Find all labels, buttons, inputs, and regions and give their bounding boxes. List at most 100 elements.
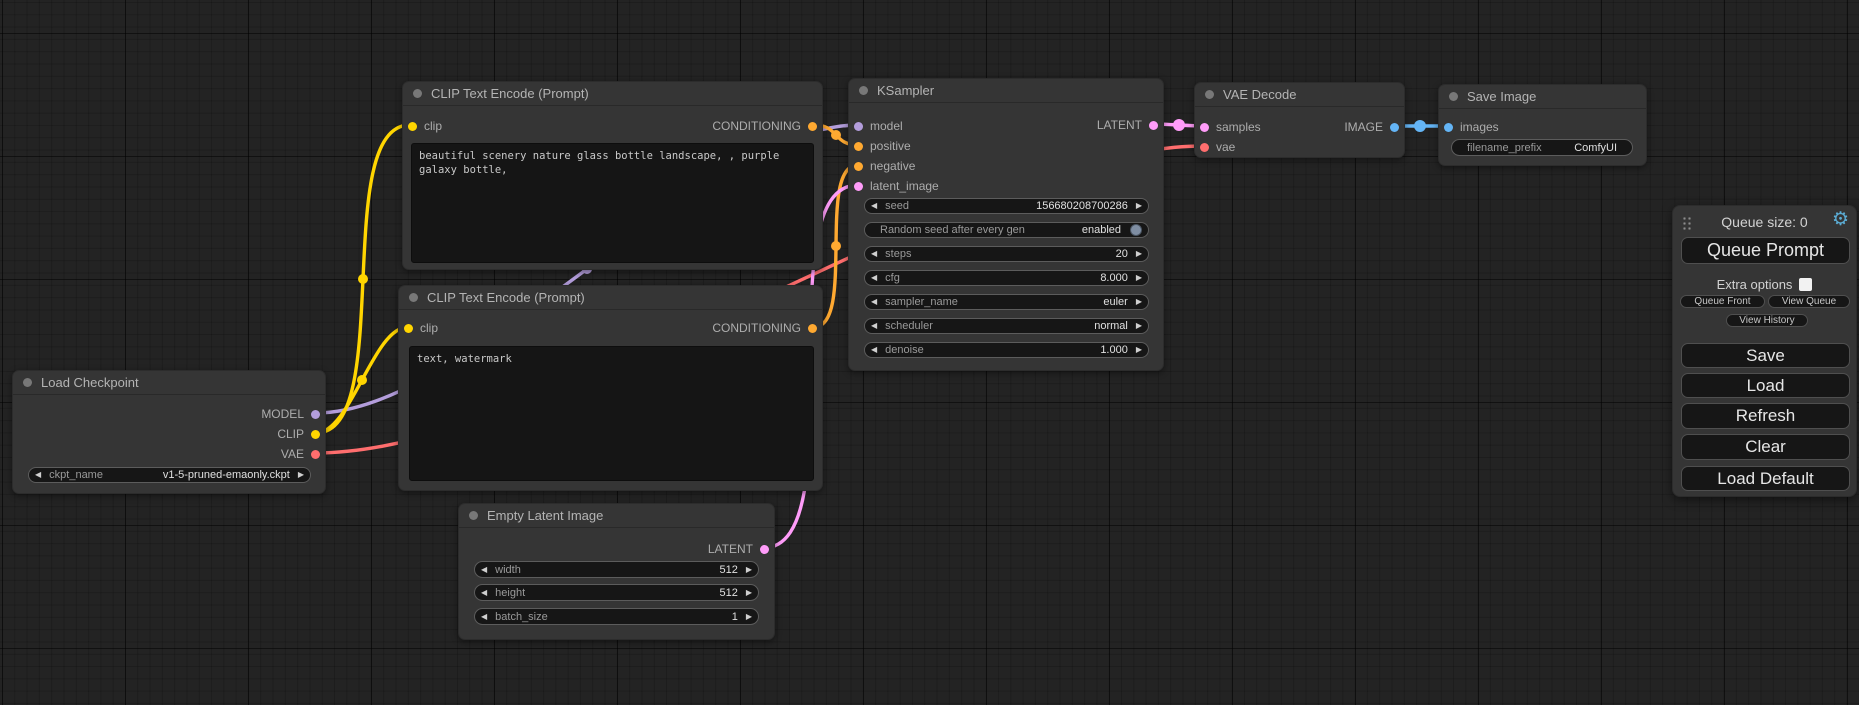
latent-slot-dot[interactable] [1149, 121, 1158, 130]
conditioning-slot-dot[interactable] [854, 142, 863, 151]
height-widget[interactable]: ◀ height 512 ▶ [474, 584, 759, 601]
node-title: CLIP Text Encode (Prompt) [431, 86, 589, 101]
node-header[interactable]: Save Image [1439, 85, 1646, 109]
node-title: KSampler [877, 83, 934, 98]
widget-value: enabled [1082, 224, 1121, 236]
image-slot-dot[interactable] [1444, 123, 1453, 132]
view-queue-button[interactable]: View Queue [1768, 295, 1850, 308]
arrow-left-icon[interactable]: ◀ [481, 566, 487, 574]
arrow-left-icon[interactable]: ◀ [871, 298, 877, 306]
arrow-right-icon[interactable]: ▶ [1136, 250, 1142, 258]
node-header[interactable]: CLIP Text Encode (Prompt) [399, 286, 822, 310]
extra-options-label: Extra options [1717, 277, 1793, 292]
arrow-right-icon[interactable]: ▶ [298, 471, 304, 479]
widget-value: normal [1094, 320, 1128, 332]
node-empty-latent-image: Empty Latent Image LATENT ◀ width 512 ▶ … [458, 503, 775, 640]
batch-size-widget[interactable]: ◀ batch_size 1 ▶ [474, 608, 759, 625]
width-widget[interactable]: ◀ width 512 ▶ [474, 561, 759, 578]
arrow-right-icon[interactable]: ▶ [1136, 274, 1142, 282]
denoise-widget[interactable]: ◀ denoise 1.000 ▶ [864, 342, 1149, 358]
load-button[interactable]: Load [1681, 373, 1850, 398]
arrow-left-icon[interactable]: ◀ [871, 274, 877, 282]
arrow-left-icon[interactable]: ◀ [871, 322, 877, 330]
latent-slot-dot[interactable] [760, 545, 769, 554]
collapse-dot-icon[interactable] [413, 89, 422, 98]
node-header[interactable]: Empty Latent Image [459, 504, 774, 528]
arrow-right-icon[interactable]: ▶ [1136, 322, 1142, 330]
input-slot-positive: positive [849, 136, 911, 156]
arrow-left-icon[interactable]: ◀ [871, 202, 877, 210]
conditioning-slot-dot[interactable] [854, 162, 863, 171]
widget-name: steps [885, 248, 911, 260]
slot-label: LATENT [1097, 118, 1142, 132]
node-header[interactable]: Load Checkpoint [13, 371, 325, 395]
view-history-button[interactable]: View History [1726, 314, 1808, 327]
filename-prefix-widget[interactable]: filename_prefix ComfyUI [1451, 139, 1633, 156]
node-title: VAE Decode [1223, 87, 1296, 102]
input-slot-vae: vae [1195, 137, 1235, 157]
latent-slot-dot[interactable] [1200, 123, 1209, 132]
toggle-dot-icon[interactable] [1130, 224, 1142, 236]
clear-button[interactable]: Clear [1681, 434, 1850, 460]
negative-prompt-textarea[interactable]: text, watermark [409, 346, 814, 481]
clip-slot-dot[interactable] [311, 430, 320, 439]
cfg-widget[interactable]: ◀ cfg 8.000 ▶ [864, 270, 1149, 286]
arrow-left-icon[interactable]: ◀ [871, 250, 877, 258]
save-button[interactable]: Save [1681, 343, 1850, 368]
input-slot-clip: clip [403, 116, 442, 136]
conditioning-slot-dot[interactable] [808, 324, 817, 333]
model-slot-dot[interactable] [854, 122, 863, 131]
image-slot-dot[interactable] [1390, 123, 1399, 132]
clip-slot-dot[interactable] [404, 324, 413, 333]
collapse-dot-icon[interactable] [23, 378, 32, 387]
sampler-name-widget[interactable]: ◀ sampler_name euler ▶ [864, 294, 1149, 310]
node-title: Load Checkpoint [41, 375, 139, 390]
slot-label: MODEL [261, 407, 304, 421]
collapse-dot-icon[interactable] [1205, 90, 1214, 99]
latent-slot-dot[interactable] [854, 182, 863, 191]
arrow-right-icon[interactable]: ▶ [746, 613, 752, 621]
queue-prompt-button[interactable]: Queue Prompt [1681, 237, 1850, 264]
widget-name: width [495, 564, 521, 576]
load-default-button[interactable]: Load Default [1681, 466, 1850, 491]
extra-options-row: Extra options [1673, 276, 1856, 292]
slot-label: images [1460, 120, 1499, 134]
gear-icon[interactable]: ⚙ [1832, 209, 1849, 231]
vae-slot-dot[interactable] [1200, 143, 1209, 152]
arrow-left-icon[interactable]: ◀ [481, 613, 487, 621]
arrow-right-icon[interactable]: ▶ [746, 589, 752, 597]
arrow-right-icon[interactable]: ▶ [1136, 346, 1142, 354]
widget-value: 1 [732, 611, 738, 623]
conditioning-slot-dot[interactable] [808, 122, 817, 131]
arrow-left-icon[interactable]: ◀ [35, 471, 41, 479]
widget-name: seed [885, 200, 909, 212]
arrow-right-icon[interactable]: ▶ [1136, 298, 1142, 306]
node-header[interactable]: VAE Decode [1195, 83, 1404, 107]
random-seed-toggle-widget[interactable]: Random seed after every gen enabled [864, 222, 1149, 238]
collapse-dot-icon[interactable] [1449, 92, 1458, 101]
steps-widget[interactable]: ◀ steps 20 ▶ [864, 246, 1149, 262]
node-header[interactable]: CLIP Text Encode (Prompt) [403, 82, 822, 106]
queue-front-button[interactable]: Queue Front [1680, 295, 1765, 308]
output-slot-latent: LATENT [708, 539, 774, 559]
extra-options-checkbox[interactable] [1799, 278, 1812, 291]
ckpt-name-widget[interactable]: ◀ ckpt_name v1-5-pruned-emaonly.ckpt ▶ [28, 467, 311, 483]
output-slot-clip: CLIP [277, 424, 325, 444]
output-slot-model: MODEL [261, 404, 325, 424]
collapse-dot-icon[interactable] [469, 511, 478, 520]
seed-widget[interactable]: ◀ seed 156680208700286 ▶ [864, 198, 1149, 214]
node-header[interactable]: KSampler [849, 79, 1163, 103]
collapse-dot-icon[interactable] [409, 293, 418, 302]
arrow-right-icon[interactable]: ▶ [746, 566, 752, 574]
arrow-left-icon[interactable]: ◀ [871, 346, 877, 354]
clip-slot-dot[interactable] [408, 122, 417, 131]
refresh-button[interactable]: Refresh [1681, 403, 1850, 429]
scheduler-widget[interactable]: ◀ scheduler normal ▶ [864, 318, 1149, 334]
positive-prompt-textarea[interactable]: beautiful scenery nature glass bottle la… [411, 143, 814, 263]
arrow-left-icon[interactable]: ◀ [481, 589, 487, 597]
model-slot-dot[interactable] [311, 410, 320, 419]
vae-slot-dot[interactable] [311, 450, 320, 459]
collapse-dot-icon[interactable] [859, 86, 868, 95]
node-title: CLIP Text Encode (Prompt) [427, 290, 585, 305]
arrow-right-icon[interactable]: ▶ [1136, 202, 1142, 210]
